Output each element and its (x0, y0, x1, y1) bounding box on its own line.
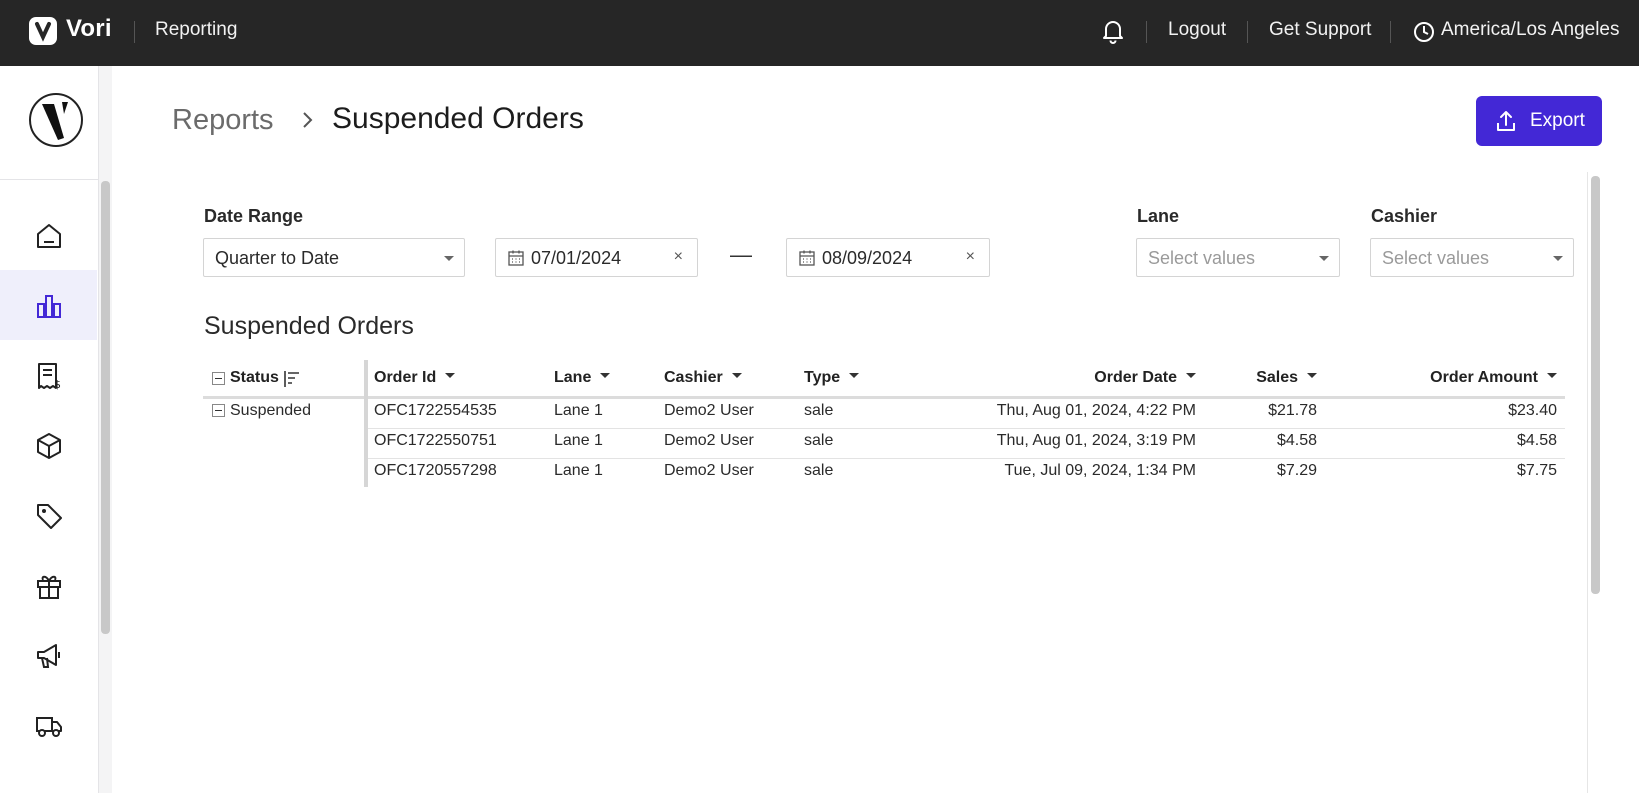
breadcrumb-reports-link[interactable]: Reports (172, 104, 274, 137)
vori-logo-icon[interactable] (28, 92, 84, 148)
sidebar-scrollbar[interactable] (101, 181, 110, 634)
calendar-icon (799, 250, 815, 266)
suspended-orders-grid: Status Order Id Lane Cashier Type Order … (203, 360, 1565, 556)
notification-bell-icon[interactable] (1101, 18, 1125, 49)
divider (1390, 21, 1391, 43)
column-header-order-date[interactable]: Order Date (973, 360, 1196, 396)
divider (134, 21, 135, 43)
sort-caret-icon (731, 373, 742, 379)
date-range-label: Date Range (204, 206, 304, 226)
cashier-label: Cashier (1371, 206, 1438, 226)
export-button[interactable]: Export (1476, 96, 1602, 146)
chevron-down-icon (444, 256, 454, 261)
box-icon (37, 433, 61, 459)
get-support-link[interactable]: Get Support (1269, 19, 1371, 41)
cashier-placeholder: Select values (1382, 248, 1490, 268)
header-divider (203, 396, 1565, 399)
upload-icon (1497, 111, 1515, 131)
nav-reporting[interactable] (0, 270, 97, 340)
column-header-cashier[interactable]: Cashier (664, 360, 794, 396)
lane-label: Lane (1137, 206, 1180, 226)
lane-select[interactable]: Select values (1136, 238, 1340, 277)
column-header-status[interactable]: Status (203, 360, 363, 396)
main-scrollbar[interactable] (1591, 176, 1600, 594)
date-range-value: Quarter to Date (215, 248, 340, 268)
divider (0, 179, 99, 180)
chevron-right-icon (300, 110, 314, 135)
date-range-select[interactable]: Quarter to Date (203, 238, 465, 277)
chevron-down-icon (1319, 256, 1329, 261)
nav-invoices[interactable]: $ (0, 340, 97, 410)
export-label: Export (1530, 110, 1585, 131)
gift-icon (37, 575, 61, 599)
nav-products[interactable] (0, 410, 97, 480)
start-date-value: 07/01/2024 (531, 248, 622, 268)
start-date-input[interactable]: 07/01/2024 × (495, 238, 698, 277)
sort-caret-icon (445, 373, 456, 379)
svg-text:$: $ (54, 378, 61, 391)
clear-start-date-icon[interactable]: × (674, 248, 683, 266)
nav-marketing[interactable] (0, 620, 97, 690)
column-header-order-amount[interactable]: Order Amount (1327, 360, 1557, 396)
row-divider (368, 428, 1565, 429)
end-date-value: 08/09/2024 (822, 248, 913, 268)
timezone-selector[interactable]: America/Los Angeles (1441, 19, 1620, 41)
logout-link[interactable]: Logout (1168, 19, 1226, 41)
clear-end-date-icon[interactable]: × (966, 248, 975, 266)
column-header-lane[interactable]: Lane (554, 360, 654, 396)
sort-caret-icon (1547, 373, 1557, 379)
nav-delivery[interactable] (0, 690, 97, 760)
main-content: Reports Suspended Orders Export Date Ran… (112, 66, 1639, 793)
vori-logo-icon[interactable] (29, 17, 57, 45)
top-bar: Vori Reporting Logout Get Support Americ… (0, 0, 1639, 66)
column-header-order-id[interactable]: Order Id (374, 360, 544, 396)
nav-gift-cards[interactable] (0, 550, 97, 620)
brand-name: Vori (66, 15, 112, 42)
end-date-input[interactable]: 08/09/2024 × (786, 238, 990, 277)
sort-caret-icon (600, 373, 611, 379)
column-header-type[interactable]: Type (804, 360, 904, 396)
lane-placeholder: Select values (1148, 248, 1256, 268)
invoice-icon: $ (38, 363, 61, 391)
clock-icon (1413, 21, 1435, 48)
sort-caret-icon (849, 373, 860, 379)
row-divider (368, 458, 1565, 459)
divider (1247, 21, 1248, 43)
sort-caret-icon (1186, 373, 1196, 379)
nav-promotions[interactable] (0, 480, 97, 550)
cashier-select[interactable]: Select values (1370, 238, 1574, 277)
sort-lines-icon[interactable] (283, 370, 301, 388)
megaphone-icon (37, 644, 60, 668)
collapse-all-icon[interactable] (212, 372, 225, 385)
chevron-down-icon (1553, 256, 1563, 261)
date-separator: — (730, 242, 752, 267)
group-label: Suspended (230, 402, 311, 419)
home-icon (37, 224, 61, 248)
divider (1146, 21, 1147, 43)
section-title: Reporting (155, 19, 238, 40)
tag-icon (37, 504, 62, 529)
column-header-sales[interactable]: Sales (1206, 360, 1317, 396)
truck-icon (36, 717, 62, 737)
calendar-icon (508, 250, 524, 266)
collapse-group-icon[interactable] (212, 404, 225, 417)
page-title: Suspended Orders (332, 102, 584, 135)
nav-home[interactable] (0, 200, 97, 270)
bar-chart-icon (37, 295, 61, 318)
sort-caret-icon (1307, 373, 1317, 379)
group-column-divider (364, 360, 368, 487)
table-title: Suspended Orders (204, 312, 414, 340)
